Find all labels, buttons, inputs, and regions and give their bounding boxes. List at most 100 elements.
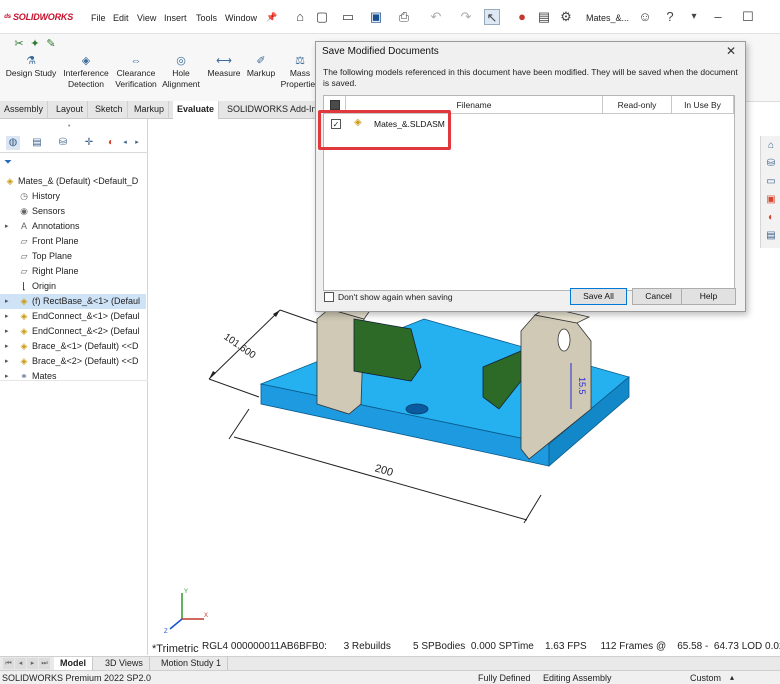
tree-item[interactable]: ▸ ◈ EndConnect_&<2> (Defaul bbox=[0, 324, 146, 339]
dimxpert-tab-icon[interactable]: ✛ bbox=[82, 136, 96, 150]
cancel-button[interactable]: Cancel bbox=[632, 288, 685, 305]
units-selector[interactable]: Custom bbox=[690, 672, 721, 684]
prev-tab-icon[interactable]: ◂ bbox=[15, 658, 26, 669]
view-palette-icon[interactable]: ▣ bbox=[764, 193, 778, 207]
resources-home-icon[interactable]: ⌂ bbox=[764, 139, 778, 153]
home-icon[interactable]: ⌂ bbox=[292, 9, 308, 25]
tab-3d-views[interactable]: 3D Views bbox=[99, 657, 150, 671]
markup-button[interactable]: ✐ Markup bbox=[244, 54, 278, 100]
mass-properties-button[interactable]: ⚖ Mass Properties bbox=[280, 54, 320, 100]
pin-icon[interactable]: 📌 bbox=[264, 9, 280, 25]
menu-edit[interactable]: Edit bbox=[113, 13, 129, 23]
expand-arrow-icon[interactable]: ▸ bbox=[5, 369, 9, 384]
tree-item[interactable]: ▸ ⚭ Mates bbox=[0, 369, 146, 384]
save-all-button[interactable]: Save All bbox=[570, 288, 627, 305]
expand-arrow-icon[interactable]: ▸ bbox=[5, 339, 9, 354]
tab-sketch[interactable]: Sketch bbox=[91, 101, 128, 119]
minimize-icon[interactable]: – bbox=[710, 9, 726, 25]
measure-icon: ⟷ bbox=[216, 55, 232, 67]
tree-item-label: (f) RectBase_&<1> (Defaul bbox=[32, 296, 141, 306]
expand-arrow-icon[interactable]: ▸ bbox=[5, 354, 9, 369]
first-tab-icon[interactable]: ⏮ bbox=[3, 658, 14, 669]
help-icon[interactable]: ? bbox=[662, 9, 678, 25]
units-dropdown-icon[interactable]: ▴ bbox=[730, 672, 734, 684]
feature-tree-tab-icon[interactable]: ◍ bbox=[6, 136, 20, 150]
design-study-button[interactable]: ⚗ Design Study bbox=[4, 54, 58, 100]
hole-alignment-button[interactable]: ◎ Hole Alignment bbox=[160, 54, 202, 100]
menu-tools[interactable]: Tools bbox=[196, 13, 217, 23]
expand-arrow-icon[interactable]: ▸ bbox=[5, 324, 9, 339]
tree-item[interactable]: ▱ Right Plane bbox=[0, 264, 146, 279]
filter-icon[interactable]: ⏷ bbox=[4, 157, 18, 169]
undo-icon[interactable]: ↶ bbox=[428, 9, 444, 25]
expand-arrow-icon[interactable]: ▸ bbox=[5, 309, 9, 324]
appearances-icon[interactable]: ◐ bbox=[764, 211, 778, 225]
tab-markup[interactable]: Markup bbox=[130, 101, 170, 119]
clearance-verification-button[interactable]: ⇔ Clearance Verification bbox=[113, 54, 159, 100]
maximize-icon[interactable]: ☐ bbox=[740, 9, 756, 25]
last-tab-icon[interactable]: ⏭ bbox=[39, 658, 50, 669]
close-icon[interactable]: ✕ bbox=[725, 44, 737, 58]
svg-text:Y: Y bbox=[184, 589, 188, 595]
rebuild-icon[interactable]: ● bbox=[514, 9, 530, 25]
expand-arrow-icon[interactable]: ▸ bbox=[5, 294, 9, 309]
menu-file[interactable]: File bbox=[91, 13, 106, 23]
tab-model[interactable]: Model bbox=[54, 657, 93, 671]
highlight-annotation bbox=[318, 110, 451, 150]
column-in-use-by[interactable]: In Use By bbox=[672, 96, 734, 114]
column-read-only[interactable]: Read-only bbox=[603, 96, 672, 114]
tree-item[interactable]: ⌊ Origin bbox=[0, 279, 146, 294]
select-all-checkbox[interactable] bbox=[330, 100, 340, 110]
quick-tool-2-icon[interactable]: ✦ bbox=[28, 37, 42, 51]
tab-layout[interactable]: Layout bbox=[52, 101, 89, 119]
product-version: SOLIDWORKS Premium 2022 SP2.0 bbox=[2, 673, 152, 683]
tree-item[interactable]: ◉ Sensors bbox=[0, 204, 146, 219]
base-hole bbox=[405, 403, 429, 415]
custom-properties-icon[interactable]: ▤ bbox=[764, 229, 778, 243]
menu-insert[interactable]: Insert bbox=[164, 13, 187, 23]
plane-icon: ▱ bbox=[20, 266, 28, 276]
panel-grip-icon[interactable]: • bbox=[68, 123, 70, 130]
tree-item[interactable]: ▱ Front Plane bbox=[0, 234, 146, 249]
origin-icon: ⌊ bbox=[22, 281, 26, 291]
open-icon[interactable]: ▭ bbox=[340, 9, 356, 25]
property-manager-tab-icon[interactable]: ▤ bbox=[30, 136, 44, 150]
tree-item[interactable]: ▸ ◈ EndConnect_&<1> (Defaul bbox=[0, 309, 146, 324]
quick-tool-3-icon[interactable]: ✎ bbox=[44, 37, 58, 51]
configuration-tab-icon[interactable]: ⛁ bbox=[56, 136, 70, 150]
design-library-icon[interactable]: ⛁ bbox=[764, 157, 778, 171]
tree-item[interactable]: ▸ ◈ Brace_&<1> (Default) <<D bbox=[0, 339, 146, 354]
tree-item[interactable]: ▸ ◈ Brace_&<2> (Default) <<D bbox=[0, 354, 146, 369]
tree-item[interactable]: ◈ Mates_& (Default) <Default_D bbox=[0, 174, 146, 189]
menu-window[interactable]: Window bbox=[225, 13, 257, 23]
print-icon[interactable]: ⎙ bbox=[396, 9, 412, 25]
tab-assembly[interactable]: Assembly bbox=[0, 101, 49, 119]
measure-button[interactable]: ⟷ Measure bbox=[205, 54, 243, 100]
quick-tool-1-icon[interactable]: ✂ bbox=[12, 37, 26, 51]
next-tab-icon[interactable]: ▸ bbox=[27, 658, 38, 669]
expand-arrow-icon[interactable]: ▸ bbox=[5, 219, 9, 234]
display-manager-tab-icon[interactable]: ◐ bbox=[104, 136, 118, 150]
select-icon[interactable]: ↖ bbox=[484, 9, 500, 25]
tree-item[interactable]: ▱ Top Plane bbox=[0, 249, 146, 264]
save-icon[interactable]: ▣ bbox=[368, 9, 384, 25]
tree-item[interactable]: ▸ ◈ (f) RectBase_&<1> (Defaul bbox=[0, 294, 146, 309]
plane-icon: ▱ bbox=[20, 251, 28, 261]
options-gear-icon[interactable]: ⚙ bbox=[558, 9, 574, 25]
tab-solidworks-addins[interactable]: SOLIDWORKS Add-In bbox=[223, 101, 320, 119]
tab-evaluate[interactable]: Evaluate bbox=[173, 101, 220, 119]
help-button[interactable]: Help bbox=[681, 288, 736, 305]
user-icon[interactable]: ☺ bbox=[637, 9, 653, 25]
tab-motion-study-1[interactable]: Motion Study 1 bbox=[155, 657, 229, 671]
tabs-right-arrow-icon[interactable]: ▸ bbox=[130, 136, 144, 150]
file-properties-icon[interactable]: ▤ bbox=[536, 9, 552, 25]
help-dropdown-icon[interactable]: ▾ bbox=[686, 9, 702, 25]
file-explorer-icon[interactable]: ▭ bbox=[764, 175, 778, 189]
tree-item[interactable]: ◷ History bbox=[0, 189, 146, 204]
redo-icon[interactable]: ↷ bbox=[458, 9, 474, 25]
menu-view[interactable]: View bbox=[137, 13, 156, 23]
dont-show-again-checkbox[interactable] bbox=[324, 292, 334, 302]
new-document-icon[interactable]: ▢ bbox=[314, 9, 330, 25]
interference-detection-button[interactable]: ◈ Interference Detection bbox=[61, 54, 111, 100]
tree-item[interactable]: ▸ A Annotations bbox=[0, 219, 146, 234]
